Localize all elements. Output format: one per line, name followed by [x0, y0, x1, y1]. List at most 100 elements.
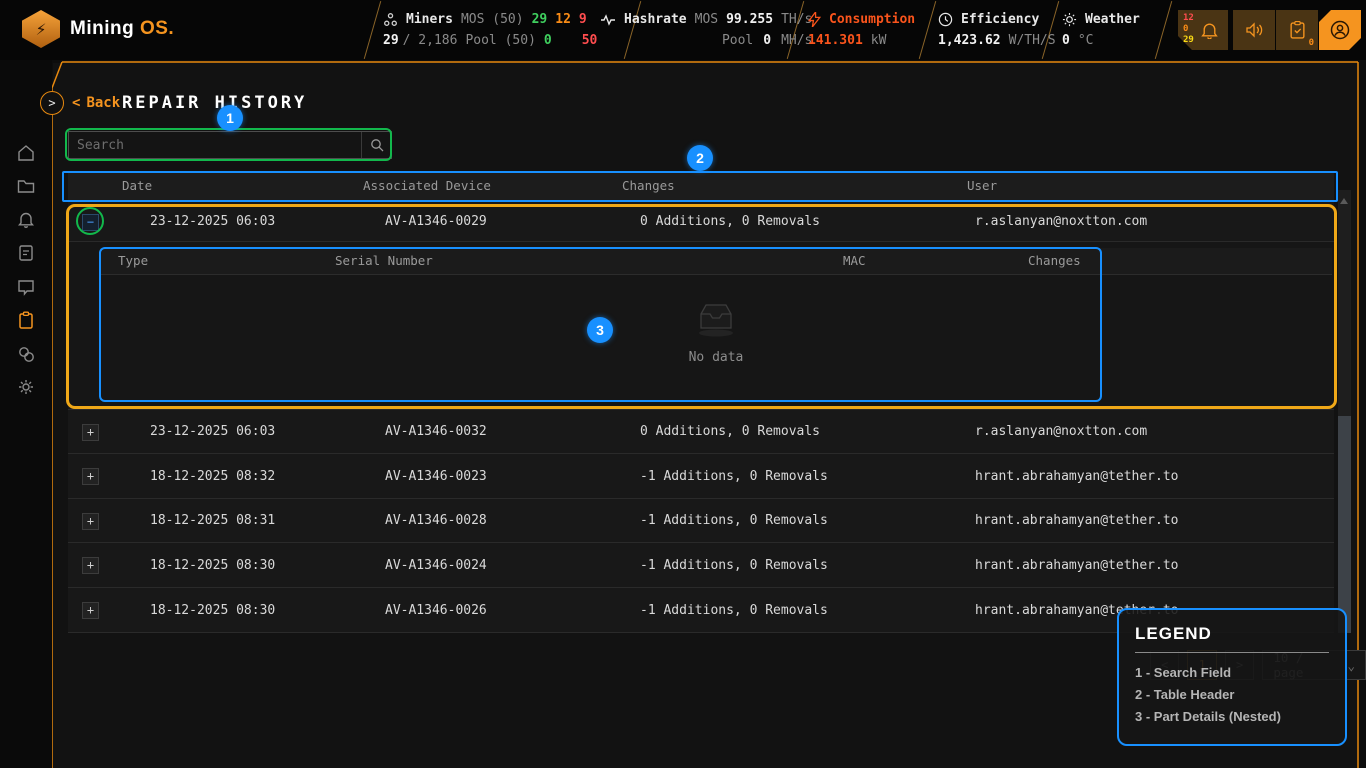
cell-changes: 0 Additions, 0 Removals: [640, 214, 820, 229]
sidebar-item-settings[interactable]: [17, 378, 35, 396]
consumption-unit: kW: [871, 30, 887, 51]
search-input[interactable]: [69, 138, 361, 153]
sidebar-item-projects[interactable]: [17, 177, 35, 195]
cell-date: 18-12-2025 08:31: [150, 513, 275, 528]
miners-count: 29: [383, 30, 399, 51]
no-data-text: No data: [666, 350, 766, 365]
consumption-value: 141.301: [808, 30, 863, 51]
sidebar-nav: [0, 60, 52, 768]
weather-stat: Weather 0 °C: [1062, 9, 1140, 51]
miners-stat: Miners MOS (50) 29 12 9 29 / 2,186 Pool …: [383, 9, 597, 51]
search-submit[interactable]: [361, 132, 391, 158]
cell-user: hrant.abrahamyan@tether.to: [975, 558, 1179, 573]
scroll-up-arrow[interactable]: [1340, 198, 1348, 204]
expand-row-button[interactable]: +: [82, 468, 99, 485]
sidebar-item-repairs-active[interactable]: [17, 311, 35, 329]
annotation-badge-3: 3: [587, 317, 613, 343]
sidebar-item-home[interactable]: [17, 144, 35, 162]
cell-device: AV-A1346-0032: [385, 424, 487, 439]
app-logo[interactable]: Mining OS.: [22, 10, 174, 48]
hashrate-pool-value: 0: [763, 30, 771, 51]
logo-text: Mining OS.: [70, 18, 174, 40]
sidebar-item-integrations[interactable]: [17, 345, 35, 363]
page-title: REPAIR HISTORY: [122, 93, 307, 113]
cell-user: hrant.abrahamyan@tether.to: [975, 469, 1179, 484]
cell-device: AV-A1346-0028: [385, 513, 487, 528]
cell-device: AV-A1346-0026: [385, 603, 487, 618]
weather-icon: [1062, 12, 1077, 27]
table-row[interactable]: − 23-12-2025 06:03 AV-A1346-0029 0 Addit…: [68, 202, 1334, 242]
topbar-divider: [1155, 1, 1172, 59]
cell-changes: -1 Additions, 0 Removals: [640, 603, 828, 618]
sidebar-item-alerts[interactable]: [17, 210, 35, 228]
miners-label: Miners: [406, 9, 453, 30]
badge-yellow: 29: [1183, 35, 1194, 46]
hashrate-icon: [600, 13, 616, 27]
notifications-button[interactable]: 12 0 29: [1178, 10, 1228, 50]
table-row[interactable]: + 18-12-2025 08:30 AV-A1346-0024 -1 Addi…: [68, 543, 1334, 588]
legend-item: 2 - Table Header: [1135, 687, 1329, 702]
cell-date: 18-12-2025 08:32: [150, 469, 275, 484]
expand-row-button[interactable]: +: [82, 602, 99, 619]
annotation-badge-2: 2: [687, 145, 713, 171]
weather-label: Weather: [1085, 9, 1140, 30]
legend-item: 1 - Search Field: [1135, 665, 1329, 680]
nested-parts-table: Type Serial Number MAC Changes No data: [100, 248, 1332, 401]
expand-row-button[interactable]: +: [82, 557, 99, 574]
legend-panel: LEGEND 1 - Search Field 2 - Table Header…: [1117, 608, 1347, 746]
chevron-left-icon: <: [72, 95, 80, 111]
expand-row-button[interactable]: +: [82, 424, 99, 441]
empty-inbox-icon: [693, 300, 739, 338]
consumption-icon: [808, 12, 821, 27]
back-button[interactable]: < Back: [72, 95, 120, 111]
legend-item: 3 - Part Details (Nested): [1135, 709, 1329, 724]
legend-divider: [1135, 652, 1329, 653]
weather-value: 0: [1062, 30, 1070, 51]
sidebar-item-messages[interactable]: [17, 278, 35, 296]
cell-changes: -1 Additions, 0 Removals: [640, 558, 828, 573]
miners-pool-label: Pool (50): [465, 30, 535, 51]
col-changes: Changes: [622, 178, 675, 193]
efficiency-unit: W/TH/S: [1009, 30, 1056, 51]
nested-col-serial: Serial Number: [335, 253, 433, 268]
weather-unit: °C: [1078, 30, 1094, 51]
cell-date: 18-12-2025 08:30: [150, 603, 275, 618]
table-row[interactable]: + 23-12-2025 06:03 AV-A1346-0032 0 Addit…: [68, 410, 1334, 454]
collapse-row-button[interactable]: −: [82, 214, 99, 231]
bell-icon: [1201, 21, 1218, 39]
cell-device: AV-A1346-0029: [385, 214, 487, 229]
top-bar: Mining OS. Miners MOS (50) 29 12 9 29 / …: [0, 0, 1366, 60]
sound-button[interactable]: [1233, 10, 1275, 50]
chevron-down-icon: ⌄: [1347, 658, 1355, 673]
search-field: [68, 131, 392, 159]
hashrate-mos-value: 99.255: [726, 9, 773, 30]
scrollbar-thumb[interactable]: [1338, 416, 1351, 633]
miners-total: / 2,186: [403, 30, 458, 51]
table-row[interactable]: + 18-12-2025 08:32 AV-A1346-0023 -1 Addi…: [68, 454, 1334, 499]
clipboard-check-icon: [1290, 21, 1305, 39]
cell-date: 23-12-2025 06:03: [150, 424, 275, 439]
tasks-badge: 0: [1309, 38, 1314, 48]
search-icon: [370, 138, 384, 152]
no-data-placeholder: No data: [666, 300, 766, 365]
efficiency-label: Efficiency: [961, 9, 1039, 30]
panel-collapse-button[interactable]: >: [40, 91, 64, 115]
cell-user: r.aslanyan@noxtton.com: [975, 424, 1147, 439]
hashrate-label: Hashrate: [624, 9, 687, 30]
sidebar-item-reports[interactable]: [17, 244, 35, 262]
nested-col-type: Type: [118, 253, 148, 268]
table-row[interactable]: + 18-12-2025 08:31 AV-A1346-0028 -1 Addi…: [68, 499, 1334, 543]
tasks-button[interactable]: 0: [1276, 10, 1318, 50]
efficiency-value: 1,423.62: [938, 30, 1001, 51]
miners-icon: [383, 12, 398, 27]
consumption-label: Consumption: [829, 9, 915, 30]
account-button[interactable]: [1319, 10, 1361, 50]
table-scrollbar[interactable]: [1338, 190, 1351, 633]
annotation-badge-1: 1: [217, 105, 243, 131]
expand-row-button[interactable]: +: [82, 513, 99, 530]
legend-title: LEGEND: [1135, 624, 1329, 644]
speaker-icon: [1245, 22, 1263, 38]
account-icon: [1330, 20, 1350, 40]
cell-changes: 0 Additions, 0 Removals: [640, 424, 820, 439]
miners-mos-ok: 29: [532, 9, 548, 30]
